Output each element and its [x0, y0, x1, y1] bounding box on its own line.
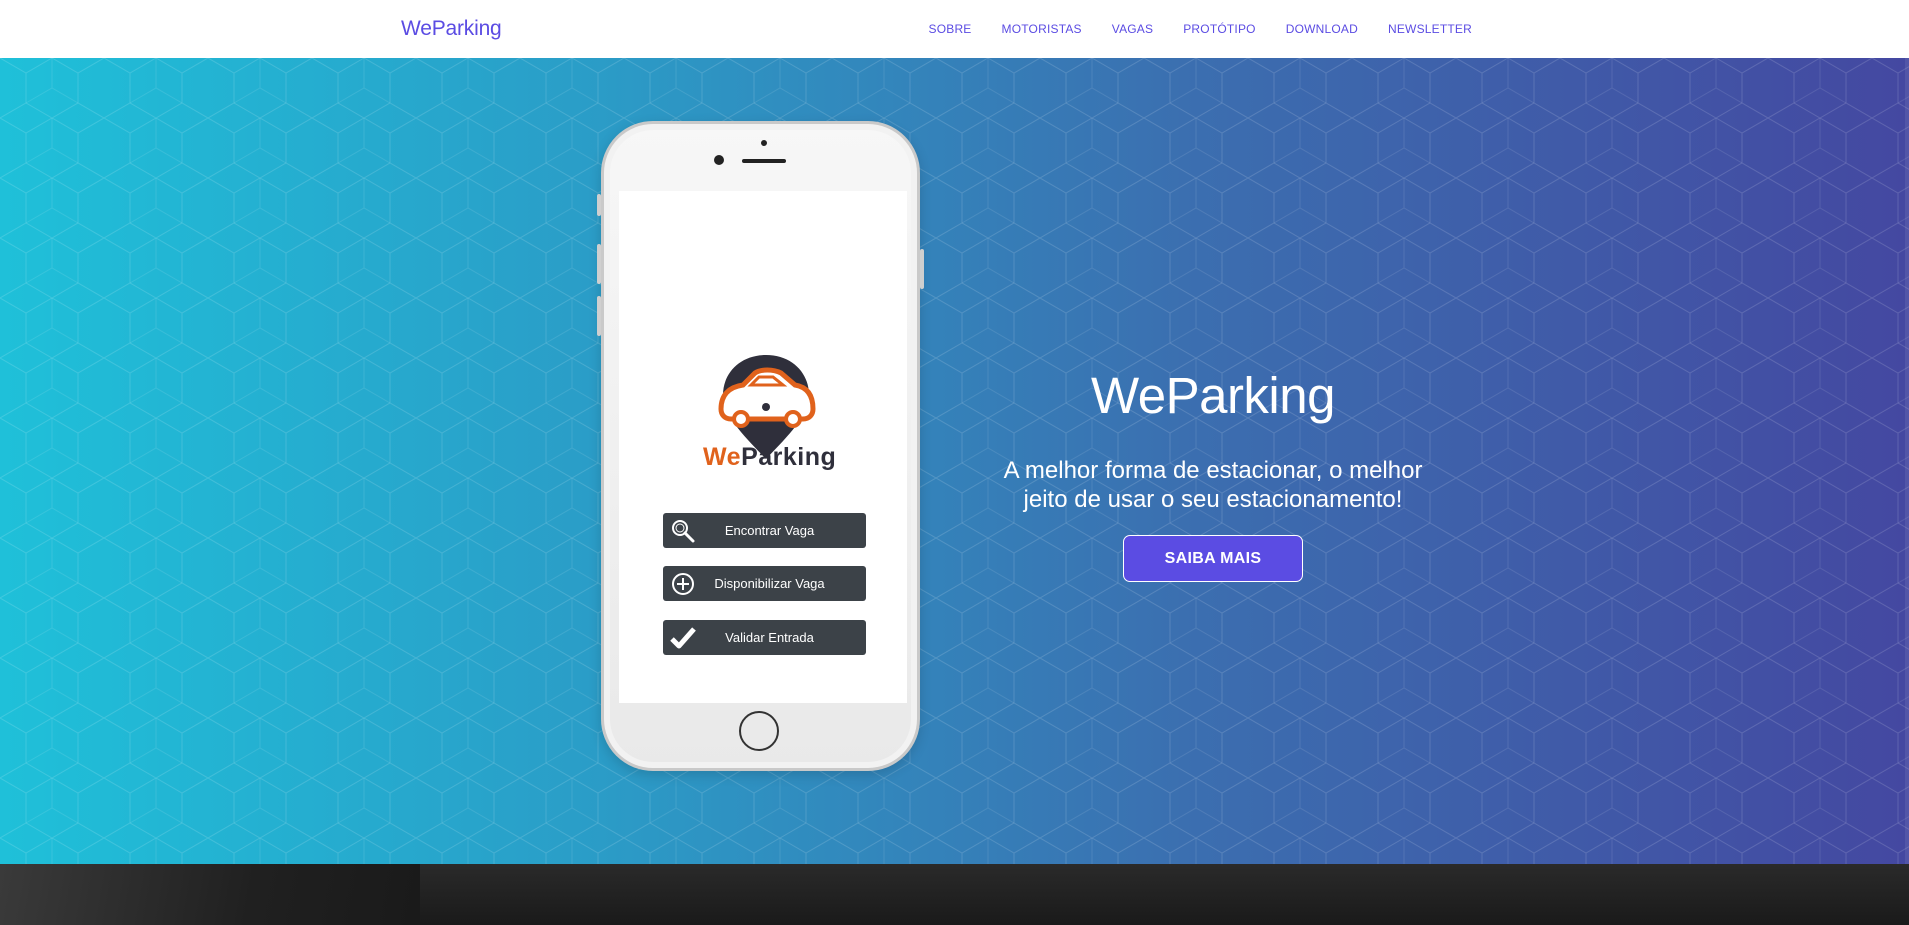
nav-link-prototipo[interactable]: PROTÓTIPO [1183, 22, 1255, 36]
navbar: WeParking SOBRE MOTORISTAS VAGAS PROTÓTI… [0, 0, 1909, 59]
nav-links: SOBRE MOTORISTAS VAGAS PROTÓTIPO DOWNLOA… [929, 22, 1473, 36]
disponibilizar-vaga-label: Disponibilizar Vaga [714, 576, 825, 591]
hero-section: WeParking Encontrar Vaga Disponibilizar … [0, 58, 1909, 864]
validar-entrada-button[interactable]: Validar Entrada [663, 620, 866, 655]
disponibilizar-vaga-button[interactable]: Disponibilizar Vaga [663, 566, 866, 601]
plus-circle-icon [663, 566, 703, 601]
phone-mockup: WeParking Encontrar Vaga Disponibilizar … [597, 121, 924, 771]
phone-volume-down [597, 296, 601, 336]
hero-title: WeParking [1090, 367, 1336, 424]
brand-logo[interactable]: WeParking [401, 17, 502, 41]
logo-wordmark: WeParking [703, 443, 836, 472]
nav-link-sobre[interactable]: SOBRE [929, 22, 972, 36]
phone-mute-switch [597, 194, 601, 216]
phone-home-button [739, 711, 779, 751]
nav-link-newsletter[interactable]: NEWSLETTER [1388, 22, 1472, 36]
next-section-preview [0, 864, 1909, 925]
hero-subtitle: A melhor forma de estacionar, o melhor j… [1003, 457, 1423, 513]
phone-power-button [920, 249, 924, 289]
page-scrollbar[interactable] [1905, 58, 1909, 864]
phone-camera [714, 155, 724, 165]
nav-link-motoristas[interactable]: MOTORISTAS [1002, 22, 1082, 36]
encontrar-vaga-label: Encontrar Vaga [724, 523, 815, 538]
dark-background-image [0, 864, 420, 925]
hexagon-pattern-background [0, 58, 1909, 864]
logo-parking: Parking [741, 443, 837, 471]
check-icon [663, 620, 703, 655]
saiba-mais-button[interactable]: SAIBA MAIS [1123, 535, 1303, 582]
phone-speaker [742, 159, 786, 163]
validar-entrada-label: Validar Entrada [725, 630, 814, 645]
search-icon [663, 513, 703, 548]
nav-link-vagas[interactable]: VAGAS [1112, 22, 1153, 36]
phone-volume-up [597, 244, 601, 284]
phone-screen: WeParking Encontrar Vaga Disponibilizar … [619, 191, 907, 703]
encontrar-vaga-button[interactable]: Encontrar Vaga [663, 513, 866, 548]
phone-sensor [761, 140, 767, 146]
logo-we: We [703, 443, 742, 471]
nav-link-download[interactable]: DOWNLOAD [1286, 22, 1358, 36]
